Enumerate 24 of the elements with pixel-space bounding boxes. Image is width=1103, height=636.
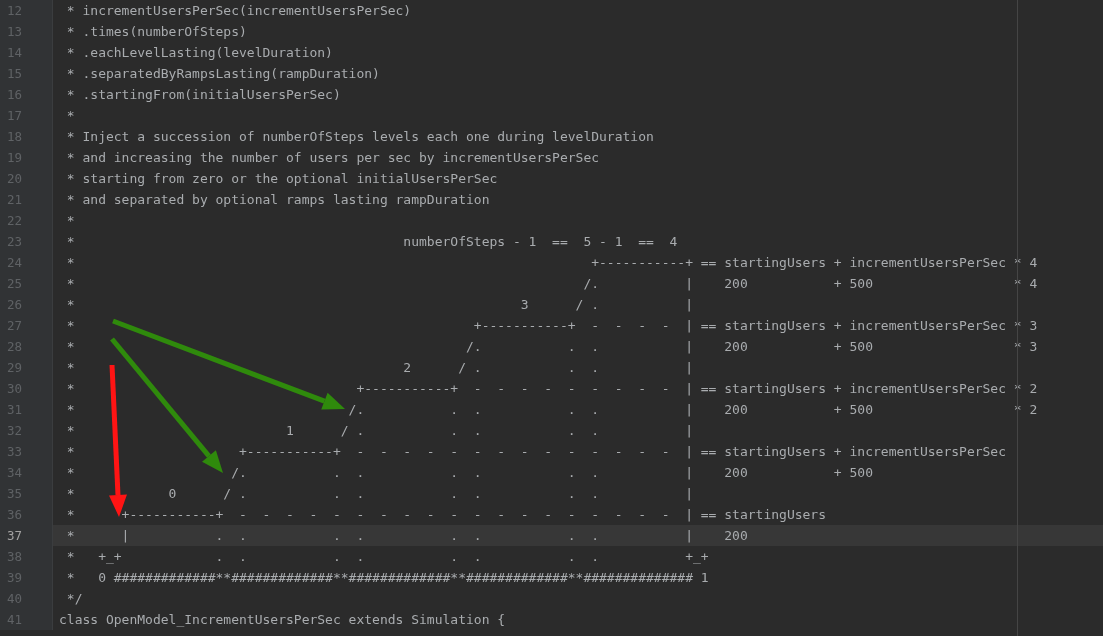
code-line: * +-----------+ - - - - - - - - - - - - - - | == startingUsers + incrementUsersPerSec [65,443,1008,461]
code-line: * and increasing the number of users per sec by incrementUsersPerSec [65,149,601,167]
code-line: class OpenModel_IncrementUsersPerSec extends Simulation { [58,611,507,629]
code-line: * .startingFrom(initialUsersPerSec) [65,86,342,104]
code-line: * [65,212,76,230]
code-line: * /. . . . . . . | 200 + 500 [65,464,874,482]
code-line: * Inject a succession of numberOfSteps levels each one during levelDuration [65,128,655,146]
code-line: * 0 #############**#############**#############**#############**############## 1 [65,569,710,587]
line-number: 37 [0,525,53,546]
code-line: * .separatedByRampsLasting(rampDuration) [65,65,381,83]
code-line: * 0 / . . . . . . . | [65,485,694,503]
code-line: * .times(numberOfSteps) [65,23,248,41]
code-line: * 2 / . . . | [65,359,694,377]
code-line: */ [65,590,84,608]
code-line: * 3 / . | [65,296,694,314]
code-line: * 1 / . . . . . | [65,422,694,440]
code-line: * and separated by optional ramps lasting rampDuration [65,191,491,209]
code-line: * +_+ . . . . . . . . +_+ [65,548,710,566]
code-line: * starting from zero or the optional initialUsersPerSec [65,170,499,188]
code-line: * [65,107,76,125]
code-line: * .eachLevelLasting(levelDuration) [65,44,334,62]
code-line: * numberOfSteps - 1 == 5 - 1 == 4 [65,233,679,251]
code-line: * incrementUsersPerSec(incrementUsersPerSec) [65,2,413,20]
code-line: * +-----------+ - - - - - - - - - - - - - - - - - - - | == startingUsers [65,506,827,524]
